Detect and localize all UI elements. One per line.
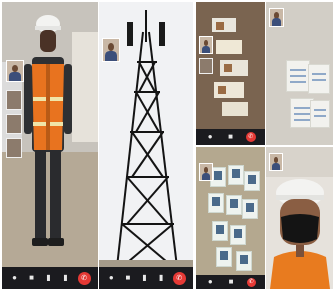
id-card [242,199,258,219]
switch-camera-icon[interactable]: ▮ [44,273,54,283]
end-call-button[interactable]: ✆ [77,271,91,285]
switch-camera-icon[interactable]: ▮ [139,273,149,283]
video-call-collage: ● ■ ▮ ▮ ✆ ● ■ ▮ ▮ ✆ ● ■ ✆ ● ■ ✆ [0,0,335,291]
self-view-thumbnail[interactable] [199,36,213,54]
document-sheet [310,100,330,128]
call-control-bar: ● ■ ▮ ▮ ✆ [2,267,98,289]
document-sheet [308,64,330,94]
call-control-bar: ● ■ ✆ [196,275,265,289]
id-card [226,195,242,215]
participant-thumbnail[interactable] [6,90,22,110]
worker-video-panel: ● ■ ▮ ▮ ✆ [2,2,98,289]
microphone-icon[interactable]: ● [205,132,215,142]
call-control-bar: ● ■ ✆ [196,129,265,145]
self-view-thumbnail[interactable] [199,163,213,181]
id-card [212,221,228,241]
self-view-thumbnail[interactable] [269,8,284,27]
speaker-icon[interactable]: ▮ [61,273,71,283]
camera-icon[interactable]: ■ [123,273,133,283]
papers-video-panel [266,2,333,145]
camera-icon[interactable]: ■ [225,132,235,142]
id-cards-video-panel: ● ■ ✆ [196,147,265,289]
participant-thumbnail[interactable] [6,114,22,134]
call-control-bar: ● ■ ▮ ▮ ✆ [99,267,193,289]
participant-thumbnail[interactable] [199,58,213,74]
microphone-icon[interactable]: ● [106,273,116,283]
id-card [230,225,246,245]
self-view-thumbnail[interactable] [6,60,24,82]
document-sheet [286,60,310,92]
documents-video-panel: ● ■ ✆ [196,2,265,145]
id-card [216,247,232,267]
speaker-icon[interactable]: ▮ [156,273,166,283]
microphone-icon[interactable]: ● [205,277,215,287]
camera-icon[interactable]: ■ [226,277,236,287]
self-view-thumbnail[interactable] [269,153,283,171]
end-call-button[interactable]: ✆ [246,277,256,287]
id-card [244,171,260,191]
face-video-panel [266,147,333,289]
microphone-icon[interactable]: ● [10,273,20,283]
id-card [208,193,224,213]
end-call-button[interactable]: ✆ [245,132,256,142]
camera-icon[interactable]: ■ [27,273,37,283]
self-view-thumbnail[interactable] [102,38,120,62]
tower-video-panel: ● ■ ▮ ▮ ✆ [99,2,193,289]
participant-thumbnail[interactable] [6,138,22,158]
end-call-button[interactable]: ✆ [172,271,186,285]
id-card [228,165,244,185]
id-card [236,251,252,271]
